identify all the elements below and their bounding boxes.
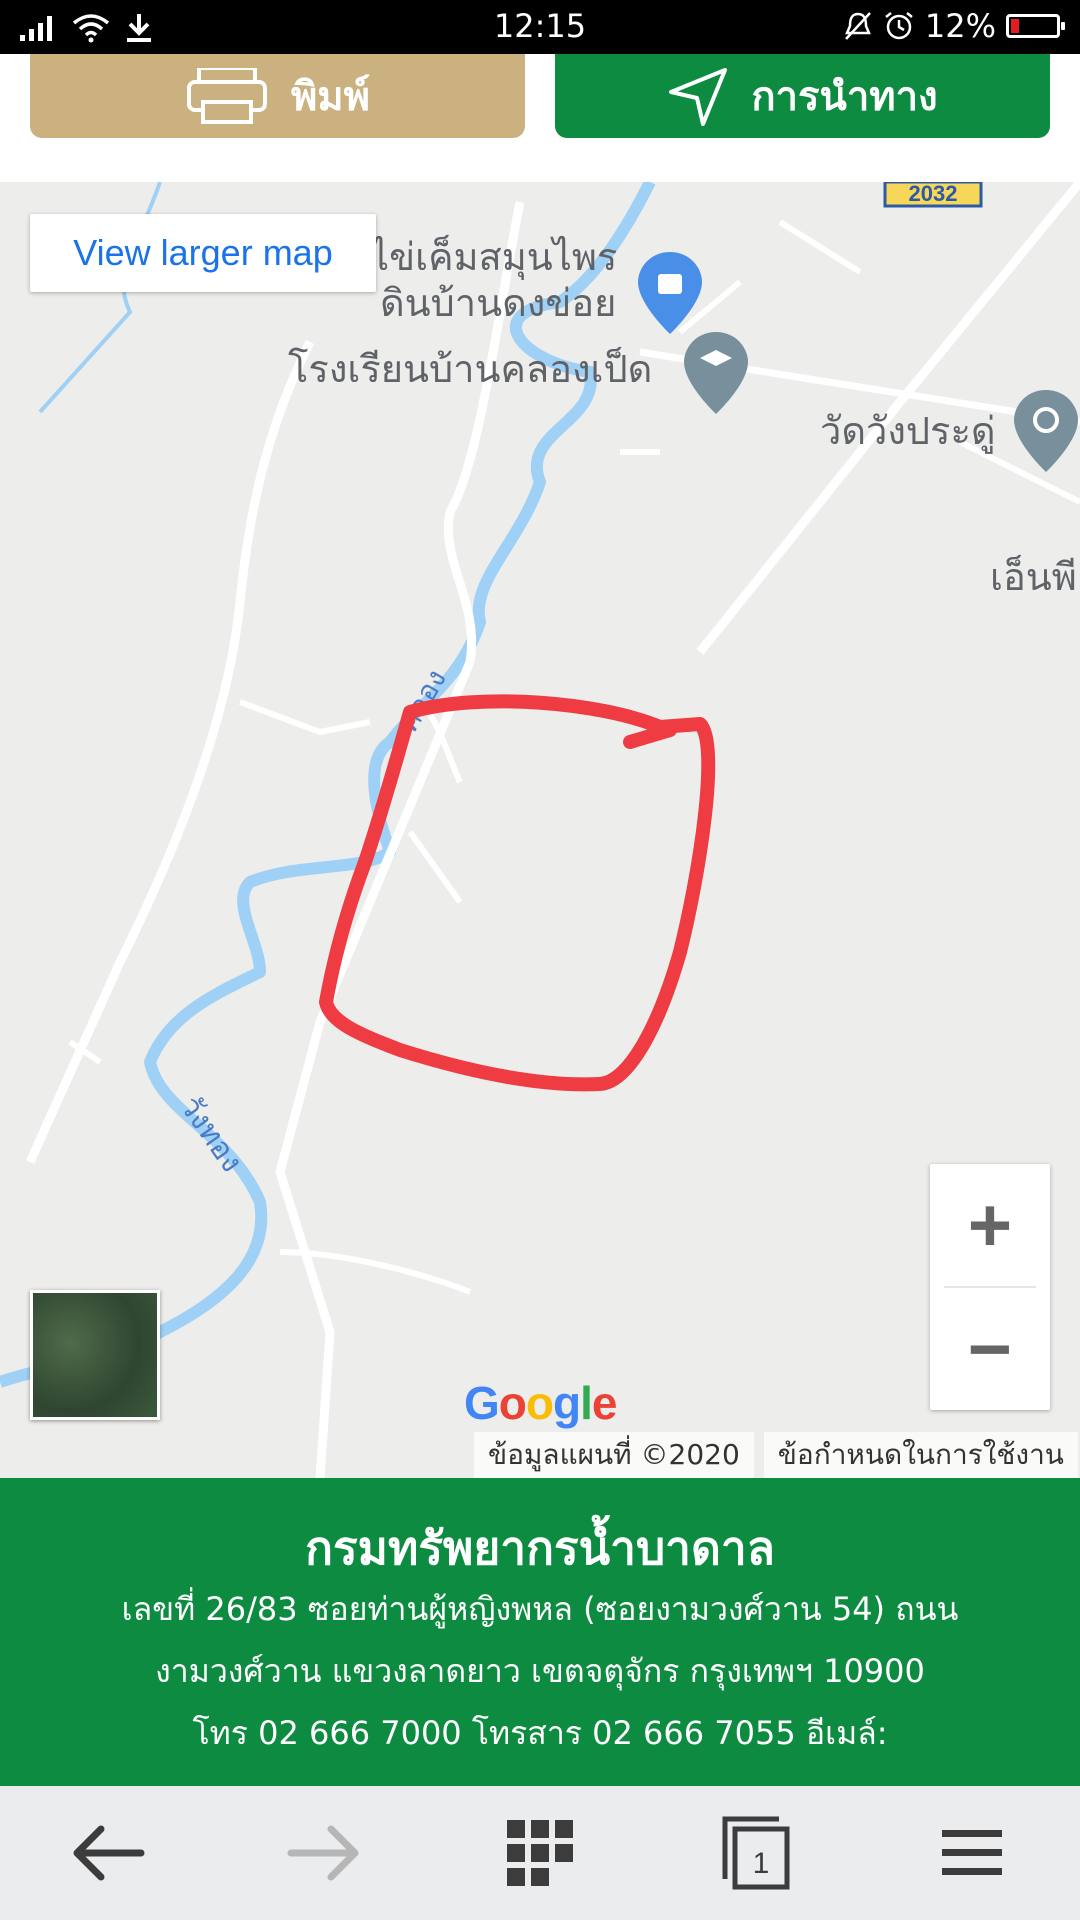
status-bar: 12:15 12%: [0, 0, 1080, 54]
map-label-river: วังทอง: [172, 1090, 249, 1179]
zoom-out-button[interactable]: −: [930, 1288, 1050, 1410]
contact-line: โทร 02 666 7000 โทรสาร 02 666 7055 อีเมล…: [192, 1714, 888, 1752]
tabs-icon: 1: [722, 1816, 790, 1890]
tabs-button[interactable]: 1: [648, 1786, 864, 1920]
google-logo: Google: [464, 1377, 617, 1429]
map-label-school: โรงเรียนบ้านคลองเป็ด: [288, 346, 652, 391]
map-label-temple: วัดวังประดู่: [820, 409, 996, 454]
print-button[interactable]: พิมพ์: [30, 54, 525, 138]
zoom-controls: + −: [930, 1164, 1050, 1410]
view-larger-map-link[interactable]: View larger map: [30, 214, 376, 292]
school-pin-icon[interactable]: [684, 332, 748, 414]
apps-grid-icon: [507, 1820, 573, 1886]
map-attribution: ข้อมูลแผนที่ ©2020 ข้อกำหนดในการใช้งาน: [474, 1432, 1078, 1478]
road-shield-label: 2032: [909, 182, 958, 206]
forward-arrow-icon: [287, 1825, 359, 1881]
navigation-arrow-icon: [669, 68, 728, 126]
apps-button[interactable]: [432, 1786, 648, 1920]
navigate-label: การนำทาง: [751, 74, 938, 120]
footer: กรมทรัพยากรน้ำบาดาล เลขที่ 26/83 ซอยท่าน…: [0, 1478, 1080, 1786]
mute-icon: [844, 12, 871, 40]
map-label-edge: เอ็นพี: [990, 554, 1077, 599]
status-right-icons: 12%: [843, 6, 1065, 46]
map-canvas: 2032 ไข่เค็มสมุนไพร ดินบ้านดงข่อย โรงเรี…: [0, 182, 1080, 1478]
alarm-icon: [885, 12, 913, 40]
tabs-count: 1: [753, 1847, 770, 1880]
temple-pin-icon[interactable]: [1014, 390, 1078, 472]
terms-of-use-link[interactable]: ข้อกำหนดในการใช้งาน: [763, 1432, 1078, 1478]
action-bar: พิมพ์ การนำทาง: [0, 54, 1080, 182]
map-label-shop2: ดินบ้านดงข่อย: [380, 281, 616, 325]
menu-button[interactable]: [864, 1786, 1080, 1920]
browser-bottom-nav: 1: [0, 1786, 1080, 1920]
address-line-2: งามวงศ์วาน แขวงลาดยาว เขตจตุจักร กรุงเทพ…: [155, 1652, 925, 1690]
address-line-1: เลขที่ 26/83 ซอยท่านผู้หญิงพหล (ซอยงามวง…: [121, 1590, 959, 1628]
org-name: กรมทรัพยากรน้ำบาดาล: [305, 1521, 775, 1575]
back-button[interactable]: [0, 1786, 216, 1920]
zoom-in-button[interactable]: +: [930, 1164, 1050, 1286]
battery-icon: [1006, 14, 1065, 38]
satellite-toggle[interactable]: [30, 1290, 160, 1420]
back-arrow-icon: [73, 1825, 145, 1881]
map-label-shop: ไข่เค็มสมุนไพร: [367, 234, 617, 280]
forward-button[interactable]: [216, 1786, 432, 1920]
printer-icon: [186, 68, 267, 124]
map-data-credit: ข้อมูลแผนที่ ©2020: [474, 1432, 754, 1478]
map-view[interactable]: 2032 ไข่เค็มสมุนไพร ดินบ้านดงข่อย โรงเรี…: [0, 182, 1080, 1478]
navigate-button[interactable]: การนำทาง: [555, 54, 1050, 138]
print-label: พิมพ์: [290, 74, 371, 120]
battery-percent: 12%: [924, 7, 996, 45]
menu-icon: [942, 1830, 1002, 1875]
